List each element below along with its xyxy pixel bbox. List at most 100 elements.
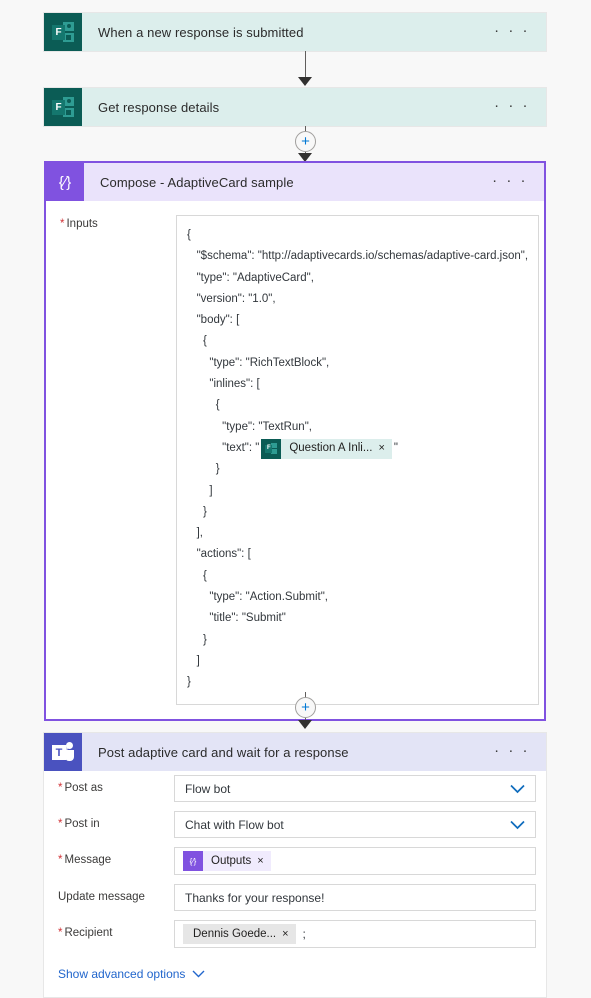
- connector-compose-to-post-card: +: [0, 692, 591, 732]
- show-advanced-options-link[interactable]: Show advanced options: [58, 967, 205, 981]
- recipient-separator: ;: [302, 927, 306, 941]
- json-line: "title": "Submit": [187, 612, 286, 625]
- json-line: "type": "TextRun",: [187, 420, 312, 433]
- field-label: * Post in: [54, 811, 174, 830]
- json-line-text: "text": ": [187, 441, 260, 454]
- required-asterisk: *: [58, 818, 63, 830]
- compose-menu-button[interactable]: · · ·: [482, 163, 544, 201]
- required-asterisk: *: [60, 218, 65, 230]
- json-line: }: [187, 676, 191, 689]
- connector-trigger-to-get-response: [0, 51, 591, 88]
- form-row: Update message Thanks for your response!: [54, 884, 536, 911]
- forms-icon-letter: F: [52, 25, 65, 40]
- compose-braces-icon: {∕}: [183, 851, 203, 871]
- required-asterisk: *: [58, 927, 63, 939]
- token-chip[interactable]: F Question A Inli... ×: [261, 438, 392, 459]
- required-asterisk: *: [58, 854, 63, 866]
- microsoft-forms-icon: F: [261, 438, 282, 459]
- card-header[interactable]: {∕} Compose - AdaptiveCard sample · · ·: [46, 163, 544, 201]
- json-line: }: [187, 505, 207, 518]
- card-header[interactable]: F Get response details · · ·: [44, 88, 546, 126]
- microsoft-forms-icon: F: [44, 13, 82, 51]
- field-label-text: Message: [64, 854, 112, 866]
- inputs-label: * Inputs: [56, 215, 176, 705]
- json-line: {: [187, 335, 207, 348]
- field-label: Update message: [54, 884, 174, 903]
- field-value: Chat with Flow bot: [185, 817, 284, 832]
- json-line: "type": "RichTextBlock",: [187, 356, 330, 369]
- form-row: * Post in Chat with Flow bot: [54, 811, 536, 838]
- post-card-menu-button[interactable]: · · ·: [484, 733, 546, 771]
- get-response-menu-button[interactable]: · · ·: [484, 88, 546, 126]
- json-line: "body": [: [187, 314, 240, 327]
- json-line: {: [187, 399, 220, 412]
- field-post-in[interactable]: Chat with Flow bot: [174, 811, 536, 838]
- form-row: * Post as Flow bot: [54, 775, 536, 802]
- token-chip[interactable]: Dennis Goede... ×: [183, 924, 296, 944]
- json-line: "version": "1.0",: [187, 292, 276, 305]
- connector-get-response-to-compose: +: [0, 126, 591, 163]
- field-value: Thanks for your response!: [185, 890, 325, 905]
- teams-icon-letter: T: [52, 745, 66, 760]
- trigger-menu-button[interactable]: · · ·: [484, 13, 546, 51]
- field-value: Flow bot: [185, 781, 231, 796]
- json-line: {: [187, 569, 207, 582]
- json-line: ],: [187, 527, 203, 540]
- field-label-text: Update message: [58, 891, 145, 903]
- json-line: "type": "Action.Submit",: [187, 591, 328, 604]
- inputs-json-editor[interactable]: { "$schema": "http://adaptivecards.io/sc…: [176, 215, 540, 705]
- token-chip-label: Question A Inli...: [289, 441, 373, 454]
- json-line: "inlines": [: [187, 378, 260, 391]
- remove-token-icon[interactable]: ×: [378, 438, 391, 459]
- add-step-button[interactable]: +: [295, 697, 316, 718]
- json-line: }: [187, 463, 220, 476]
- field-recipient[interactable]: Dennis Goede... ×;: [174, 920, 536, 948]
- field-post-as[interactable]: Flow bot: [174, 775, 536, 802]
- json-line: "text": " F Question A Inli... × ": [187, 438, 528, 459]
- token-chip[interactable]: {∕} Outputs ×: [183, 851, 271, 871]
- inputs-label-text: Inputs: [66, 218, 98, 230]
- json-line-text: ": [393, 441, 398, 454]
- flow-designer-canvas: F When a new response is submitted · · ·…: [0, 0, 591, 998]
- field-update-message[interactable]: Thanks for your response!: [174, 884, 536, 911]
- chevron-down-icon[interactable]: [510, 784, 525, 793]
- chevron-down-icon: [192, 967, 205, 981]
- flow-card-get-response-details[interactable]: F Get response details · · ·: [44, 88, 546, 126]
- token-chip-label: Dennis Goede...: [193, 928, 277, 940]
- json-line: "type": "AdaptiveCard",: [187, 271, 314, 284]
- json-line: ]: [187, 484, 213, 497]
- remove-token-icon[interactable]: ×: [282, 928, 295, 940]
- microsoft-forms-icon: F: [44, 88, 82, 126]
- post-card-title: Post adaptive card and wait for a respon…: [98, 744, 349, 760]
- required-asterisk: *: [58, 782, 63, 794]
- forms-icon-letter: F: [52, 100, 65, 115]
- form-row: * Message {∕} Outputs ×: [54, 847, 536, 875]
- get-response-title: Get response details: [98, 99, 220, 115]
- field-label: * Message: [54, 847, 174, 866]
- field-message[interactable]: {∕} Outputs ×: [174, 847, 536, 875]
- flow-card-post-adaptive-card[interactable]: T Post adaptive card and wait for a resp…: [44, 733, 546, 997]
- field-label: * Recipient: [54, 920, 174, 939]
- token-chip-label: Outputs: [211, 855, 252, 867]
- json-line: }: [187, 633, 207, 646]
- card-header[interactable]: F When a new response is submitted · · ·: [44, 13, 546, 51]
- remove-token-icon[interactable]: ×: [257, 855, 270, 867]
- json-line: "$schema": "http://adaptivecards.io/sche…: [187, 250, 529, 263]
- json-line: {: [187, 229, 191, 241]
- chevron-down-icon[interactable]: [510, 820, 525, 829]
- flow-card-compose[interactable]: {∕} Compose - AdaptiveCard sample · · · …: [44, 161, 546, 721]
- field-label: * Post as: [54, 775, 174, 794]
- flow-card-trigger[interactable]: F When a new response is submitted · · ·: [44, 13, 546, 51]
- forms-icon-letter: F: [265, 444, 273, 453]
- show-advanced-options-label: Show advanced options: [58, 967, 186, 981]
- field-label-text: Recipient: [64, 927, 113, 939]
- form-row: * Recipient Dennis Goede... ×;: [54, 920, 536, 948]
- card-header[interactable]: T Post adaptive card and wait for a resp…: [44, 733, 546, 771]
- trigger-title: When a new response is submitted: [98, 24, 304, 40]
- compose-title: Compose - AdaptiveCard sample: [100, 174, 294, 190]
- compose-braces-icon: {∕}: [46, 163, 84, 201]
- microsoft-teams-icon: T: [44, 733, 82, 771]
- add-step-button[interactable]: +: [295, 131, 316, 152]
- compose-icon-glyph: {∕}: [46, 163, 84, 201]
- field-label-text: Post in: [64, 818, 100, 830]
